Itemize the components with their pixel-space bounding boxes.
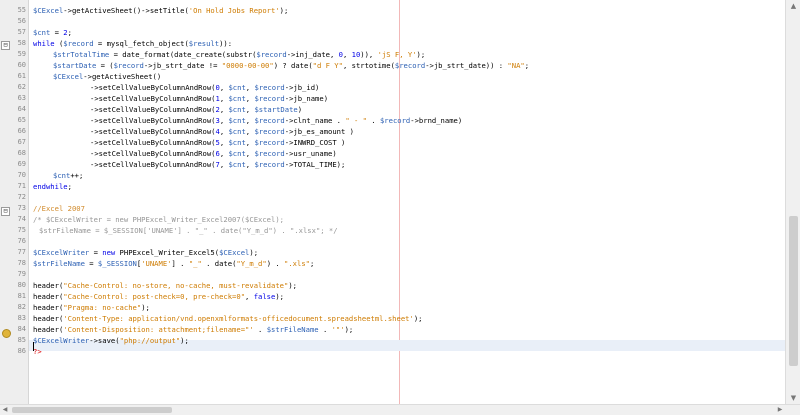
code-line: //Excel 2007: [33, 204, 85, 213]
line-number: 68: [17, 149, 26, 157]
code-line: ->setCellValueByColumnAndRow(0, $cnt, $r…: [90, 83, 320, 92]
code-line: header("Cache-Control: no-store, no-cach…: [33, 281, 297, 290]
code-line: ->setCellValueByColumnAndRow(2, $cnt, $s…: [90, 105, 303, 114]
line-number: 75: [17, 226, 26, 234]
line-number: 82: [17, 303, 26, 311]
code-line: $strFileName = $_SESSION['UNAME'] . "_" …: [33, 259, 315, 268]
line-number: 66: [17, 127, 26, 135]
vertical-scroll-thumb[interactable]: [789, 216, 798, 366]
line-number: 60: [17, 61, 26, 69]
scroll-down-icon[interactable]: ▼: [786, 392, 800, 404]
line-number: 65: [17, 116, 26, 124]
code-line: ->setCellValueByColumnAndRow(7, $cnt, $r…: [90, 160, 346, 169]
code-line: $CExcelWriter->save("php://output");: [33, 336, 189, 345]
line-number: 86: [17, 347, 26, 355]
code-line: ->setCellValueByColumnAndRow(1, $cnt, $r…: [90, 94, 329, 103]
code-line: header("Pragma: no-cache");: [33, 303, 150, 312]
line-number: 83: [17, 314, 26, 322]
code-line: ->setCellValueByColumnAndRow(5, $cnt, $r…: [90, 138, 346, 147]
scroll-up-icon[interactable]: ▲: [786, 0, 800, 12]
line-number: 85: [17, 336, 26, 344]
warning-icon[interactable]: [2, 329, 11, 338]
code-line: $startDate = ($record->jb_strt_date != "…: [53, 61, 530, 70]
line-number: 73: [17, 204, 26, 212]
code-editor[interactable]: 55 56 57 58 59 60 61 62 63 64 65 66 67 6…: [0, 0, 800, 415]
fold-toggle-icon[interactable]: ⊟: [1, 41, 10, 50]
line-number: 70: [17, 171, 26, 179]
code-line: $cnt = 2;: [33, 28, 72, 37]
line-number: 72: [17, 193, 26, 201]
code-line: /* $CExcelWriter = new PHPExcel_Writer_E…: [33, 215, 284, 224]
line-number: 63: [17, 94, 26, 102]
line-number: 62: [17, 83, 26, 91]
code-line: header('Content-Disposition: attachment;…: [33, 325, 354, 334]
code-line: ->setCellValueByColumnAndRow(3, $cnt, $r…: [90, 116, 463, 125]
code-line: $CExcel->getActiveSheet()->setTitle('On …: [33, 6, 289, 15]
horizontal-scroll-thumb[interactable]: [12, 407, 172, 413]
code-line: $strTotalTime = date_format(date_create(…: [53, 50, 426, 59]
line-number: 76: [17, 237, 26, 245]
line-number: 61: [17, 72, 26, 80]
line-number: 56: [17, 17, 26, 25]
code-line: header('Content-Type: application/vnd.op…: [33, 314, 423, 323]
line-number: 67: [17, 138, 26, 146]
line-number: 59: [17, 50, 26, 58]
text-cursor: [33, 340, 34, 351]
line-number: 78: [17, 259, 26, 267]
line-number: 55: [17, 6, 26, 14]
line-number: 64: [17, 105, 26, 113]
line-number: 69: [17, 160, 26, 168]
code-line: $cnt++;: [53, 171, 84, 180]
code-line: header("Cache-Control: post-check=0, pre…: [33, 292, 284, 301]
code-line: $CExcel->getActiveSheet(): [53, 72, 162, 81]
vertical-scrollbar[interactable]: ▲ ▼: [785, 0, 800, 404]
line-number: 84: [17, 325, 26, 333]
code-line: $strFileName = $_SESSION['UNAME'] . "_" …: [39, 226, 338, 235]
fold-toggle-icon[interactable]: ⊟: [1, 207, 10, 216]
horizontal-scrollbar[interactable]: ◀ ▶: [0, 404, 800, 415]
line-number: 71: [17, 182, 26, 190]
code-line: ->setCellValueByColumnAndRow(4, $cnt, $r…: [90, 127, 354, 136]
line-number: 58: [17, 39, 26, 47]
code-line: while ($record = mysql_fetch_object($res…: [33, 39, 233, 48]
line-number: 77: [17, 248, 26, 256]
code-line: endwhile;: [33, 182, 72, 191]
code-line: ->setCellValueByColumnAndRow(6, $cnt, $r…: [90, 149, 337, 158]
line-number: 79: [17, 270, 26, 278]
line-number: 81: [17, 292, 26, 300]
line-number: 80: [17, 281, 26, 289]
code-line: $CExcelWriter = new PHPExcel_Writer_Exce…: [33, 248, 259, 257]
line-number: 57: [17, 28, 26, 36]
line-number: 74: [17, 215, 26, 223]
code-line: ?>: [33, 347, 42, 356]
